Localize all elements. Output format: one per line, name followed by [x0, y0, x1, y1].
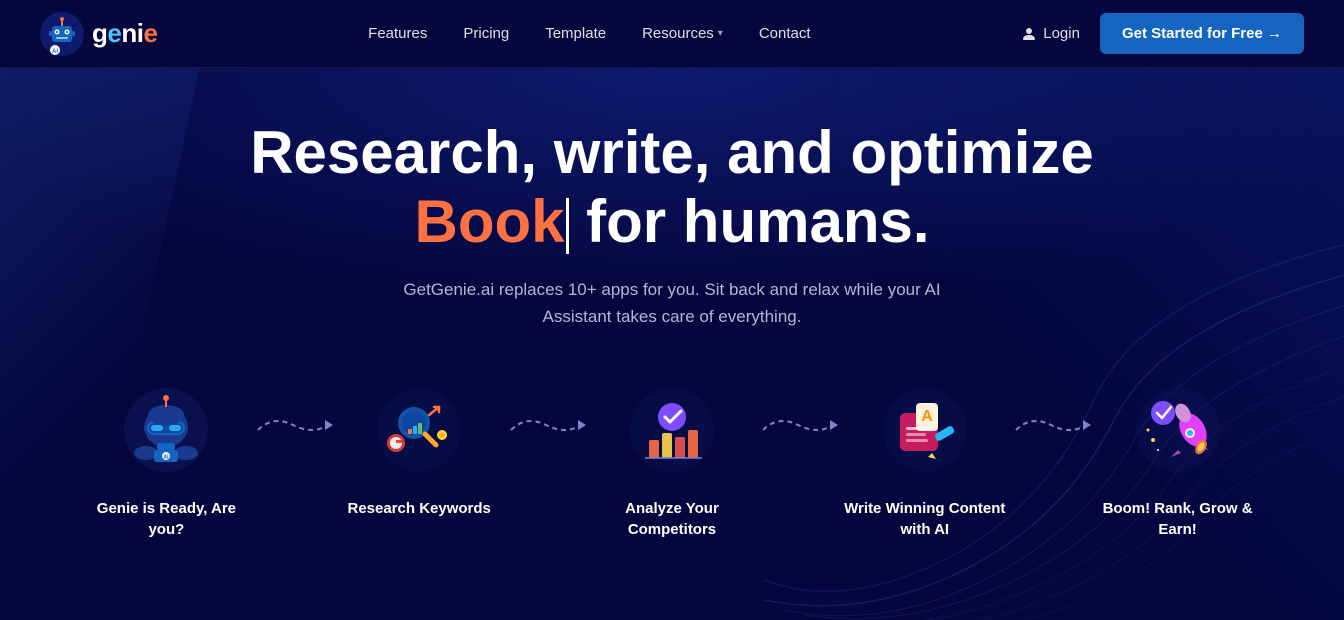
- arrow-1: [253, 405, 333, 455]
- step-3-label: Analyze Your Competitors: [586, 498, 759, 540]
- hero-title: Research, write, and optimize Book for h…: [20, 118, 1324, 256]
- hero-subtitle: GetGenie.ai replaces 10+ apps for you. S…: [402, 276, 942, 330]
- step-5-icon: [1128, 380, 1228, 480]
- nav-item-template[interactable]: Template: [545, 25, 606, 42]
- step-2-icon: [369, 380, 469, 480]
- step-2-label: Research Keywords: [347, 498, 490, 519]
- step-4-icon: A: [875, 380, 975, 480]
- logo[interactable]: AI genie: [40, 12, 157, 56]
- step-write-content: A Write Winning Content with AI: [838, 380, 1011, 540]
- step-3-icon: [622, 380, 722, 480]
- nav-item-resources[interactable]: Resources ▾: [642, 25, 723, 42]
- login-button[interactable]: Login: [1021, 25, 1080, 42]
- arrow-2: [506, 405, 586, 455]
- nav-link-pricing[interactable]: Pricing: [463, 25, 509, 42]
- arrow-4: [1011, 405, 1091, 455]
- nav-link-template[interactable]: Template: [545, 25, 606, 42]
- hero-content: Research, write, and optimize Book for h…: [20, 118, 1324, 330]
- step-boom-rank: Boom! Rank, Grow & Earn!: [1091, 380, 1264, 540]
- nav-item-pricing[interactable]: Pricing: [463, 25, 509, 42]
- nav-link-features[interactable]: Features: [368, 25, 427, 42]
- hero-section: Research, write, and optimize Book for h…: [0, 68, 1344, 620]
- get-started-button[interactable]: Get Started for Free →: [1100, 13, 1304, 54]
- nav-item-contact[interactable]: Contact: [759, 25, 811, 42]
- logo-text: genie: [92, 18, 157, 49]
- logo-icon: AI: [40, 12, 84, 56]
- nav-links: Features Pricing Template Resources ▾ Co…: [368, 25, 810, 42]
- step-genie-ready: AI Genie is Ready, Are you?: [80, 380, 253, 540]
- arrow-3: [758, 405, 838, 455]
- steps-row: AI Genie is Ready, Are you?: [20, 380, 1324, 540]
- chevron-down-icon: ▾: [718, 28, 723, 39]
- step-research-keywords: Research Keywords: [333, 380, 506, 519]
- nav-link-resources[interactable]: Resources ▾: [642, 25, 723, 42]
- svg-text:AI: AI: [52, 49, 58, 55]
- step-analyze-competitors: Analyze Your Competitors: [586, 380, 759, 540]
- step-1-label: Genie is Ready, Are you?: [80, 498, 253, 540]
- svg-text:AI: AI: [164, 455, 170, 461]
- svg-text:A: A: [921, 408, 933, 425]
- navbar: AI genie Features Pricing Template Resou…: [0, 0, 1344, 68]
- nav-link-contact[interactable]: Contact: [759, 25, 811, 42]
- nav-item-features[interactable]: Features: [368, 25, 427, 42]
- nav-right: Login Get Started for Free →: [1021, 13, 1304, 54]
- step-1-icon: AI: [116, 380, 216, 480]
- user-icon: [1021, 26, 1037, 42]
- step-4-label: Write Winning Content with AI: [838, 498, 1011, 540]
- step-5-label: Boom! Rank, Grow & Earn!: [1091, 498, 1264, 540]
